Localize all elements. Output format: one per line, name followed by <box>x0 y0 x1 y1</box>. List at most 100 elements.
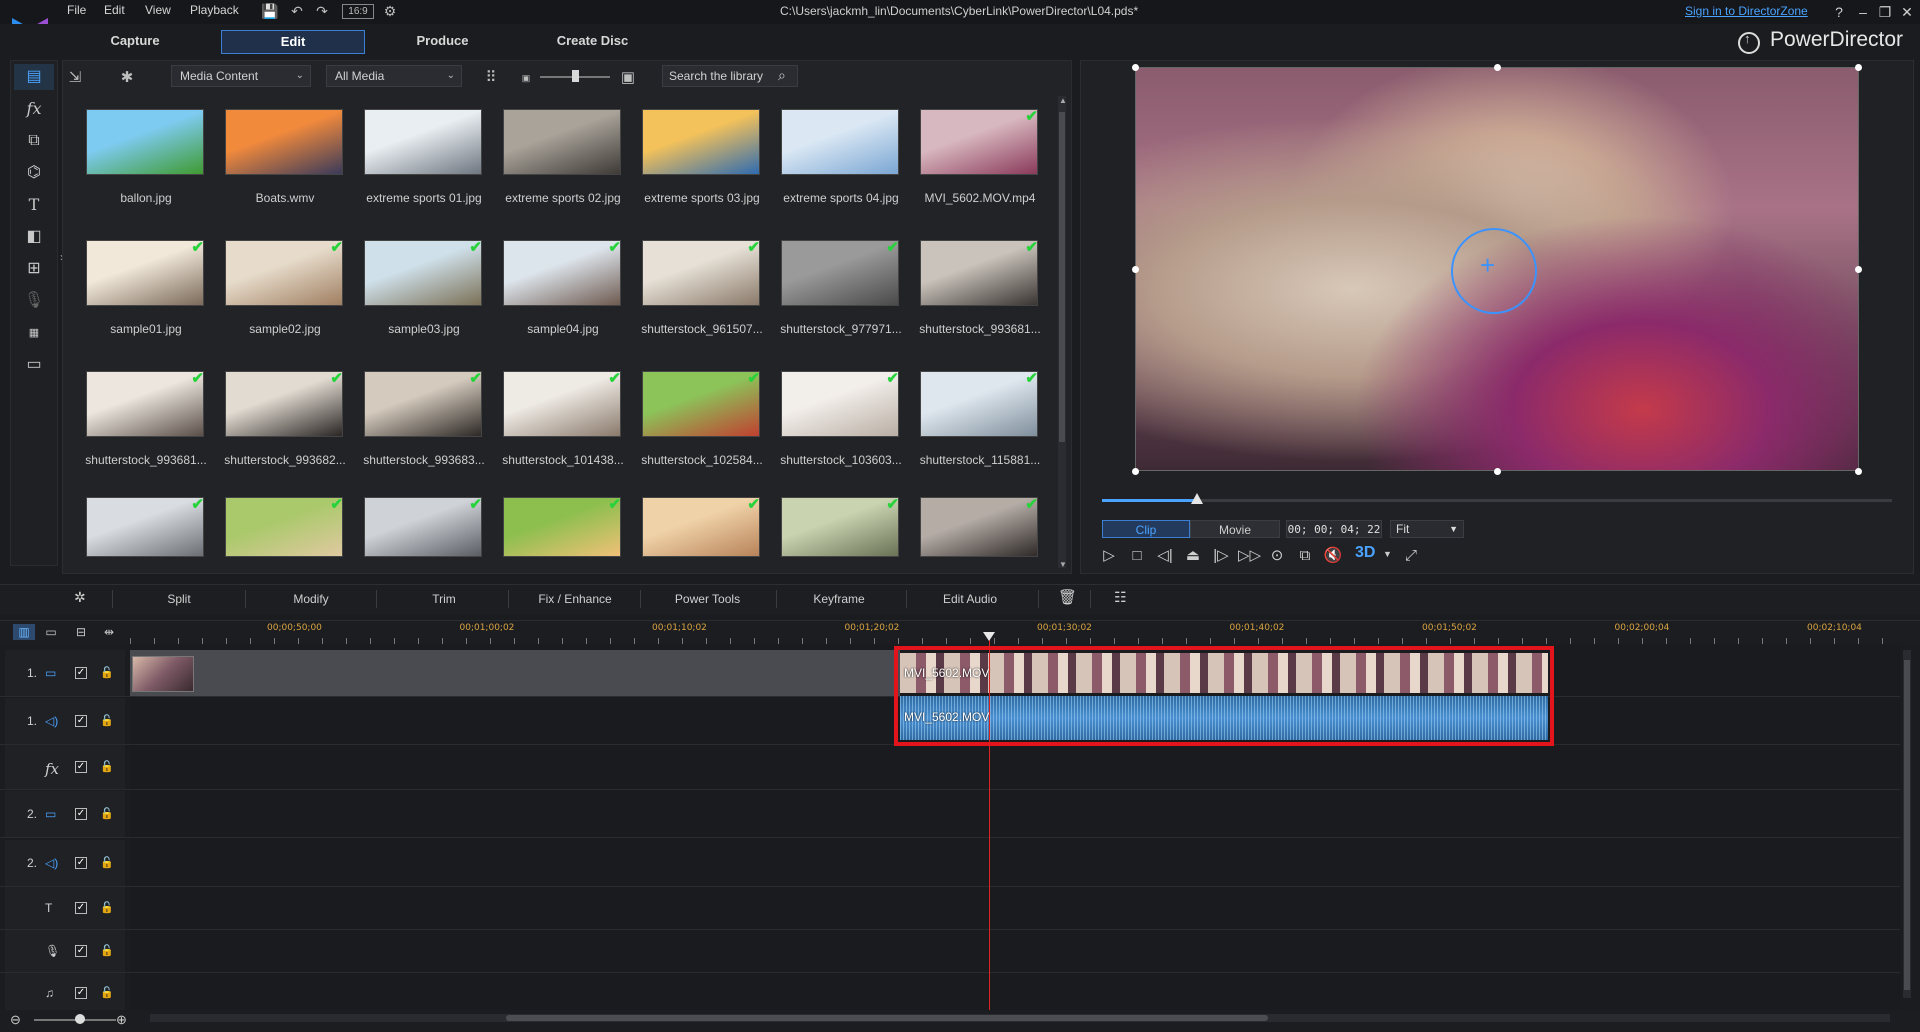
track-manager-icon[interactable]: ⊟ <box>70 624 92 640</box>
timecode-display[interactable]: 00; 00; 04; 22 <box>1286 520 1382 538</box>
resize-handle-r[interactable] <box>1855 266 1862 273</box>
undock-preview-icon[interactable]: ⤢ <box>1400 546 1422 566</box>
media-thumbnail[interactable]: ✔ MVI_5602.MOV.mp4 <box>920 108 1040 205</box>
magic-tools-icon[interactable]: ✲ <box>74 589 86 606</box>
track-enable-checkbox[interactable]: ✓ <box>75 667 87 679</box>
track-enable-checkbox[interactable]: ✓ <box>75 808 87 820</box>
resize-handle-br[interactable] <box>1855 468 1862 475</box>
media-thumbnail[interactable]: ✔ shutterstock_993681... <box>85 370 206 467</box>
track-enable-checkbox[interactable]: ✓ <box>75 902 87 914</box>
track-header[interactable]: 1. ◁) ✓ 🔓 <box>5 698 125 744</box>
media-thumbnail[interactable]: ✔ <box>781 496 901 592</box>
trim-button[interactable]: Trim <box>412 592 476 606</box>
timeline-clip-sample[interactable] <box>130 650 900 696</box>
import-media-icon[interactable]: ⇲ <box>64 68 86 88</box>
timeline-ruler-ticks[interactable] <box>130 638 1900 644</box>
audio-mixing-room-icon[interactable]: ⊞ <box>14 256 54 282</box>
split-button[interactable]: Split <box>146 592 212 606</box>
large-thumbnail-icon[interactable]: ▣ <box>617 68 639 88</box>
tab-edit[interactable]: Edit <box>221 30 365 54</box>
zoom-fit-dropdown[interactable]: Fit ▼ <box>1390 520 1464 538</box>
track-enable-checkbox[interactable]: ✓ <box>75 945 87 957</box>
undo-icon[interactable]: ↶ <box>288 2 306 20</box>
media-thumbnail[interactable]: ✔ <box>503 496 623 592</box>
next-frame-icon[interactable]: |▷ <box>1210 546 1232 566</box>
menu-file[interactable]: File <box>67 3 86 17</box>
delete-trash-icon[interactable]: 🗑 <box>1058 588 1077 606</box>
tab-capture[interactable]: Capture <box>75 30 195 52</box>
sign-in-link[interactable]: Sign in to DirectorZone <box>1685 4 1808 18</box>
media-thumbnail[interactable]: ✔ shutterstock_103603... <box>780 370 901 467</box>
track-lock-icon[interactable]: 🔓 <box>100 760 114 773</box>
3d-mode-button[interactable]: 3D <box>1355 544 1375 562</box>
fix-enhance-button[interactable]: Fix / Enhance <box>530 592 620 606</box>
media-thumbnail[interactable]: extreme sports 03.jpg <box>642 109 762 205</box>
aspect-ratio-button[interactable]: 16:9 <box>342 4 374 19</box>
redo-icon[interactable]: ↷ <box>313 2 331 20</box>
restore-button[interactable]: ❐ <box>1874 2 1896 22</box>
tab-produce[interactable]: Produce <box>380 30 505 52</box>
clip-mode-button[interactable]: Clip <box>1102 520 1190 538</box>
timeline-playhead[interactable] <box>989 634 990 1014</box>
thumbnail-size-slider-thumb[interactable] <box>572 70 579 82</box>
storyboard-view-icon[interactable]: ▭ <box>40 624 62 640</box>
media-thumbnail[interactable]: ✔ shutterstock_977971... <box>780 239 901 336</box>
preview-quality-icon[interactable]: ⧉ <box>1294 546 1316 566</box>
resize-handle-tr[interactable] <box>1855 64 1862 71</box>
track-enable-checkbox[interactable]: ✓ <box>75 857 87 869</box>
timeline-zoom-slider-thumb[interactable] <box>75 1014 85 1024</box>
track-enable-checkbox[interactable]: ✓ <box>75 987 87 999</box>
snapshot-camera-icon[interactable]: ⊙ <box>1266 546 1288 566</box>
track-header[interactable]: fx ✓ 🔓 <box>5 745 125 789</box>
pip-room-icon[interactable]: ⧉ <box>14 128 54 154</box>
volume-mute-icon[interactable]: 🔇 <box>1322 546 1344 566</box>
media-thumbnail[interactable]: extreme sports 04.jpg <box>781 109 901 205</box>
track-header[interactable]: 2. ▭ ✓ 🔓 <box>5 791 125 837</box>
scroll-up-icon[interactable]: ▲ <box>1059 96 1067 105</box>
media-thumbnail[interactable]: ✔ shutterstock_993681... <box>919 239 1040 336</box>
menu-view[interactable]: View <box>145 3 171 17</box>
resize-handle-tl[interactable] <box>1132 64 1139 71</box>
timeline-vertical-scrollbar-thumb[interactable] <box>1904 660 1910 990</box>
media-thumbnail[interactable]: ✔ <box>920 496 1040 592</box>
library-scrollbar-thumb[interactable] <box>1059 112 1065 442</box>
project-notes-icon[interactable]: ☷ <box>1114 589 1127 606</box>
media-thumbnail[interactable]: extreme sports 01.jpg <box>364 109 484 205</box>
media-content-dropdown[interactable]: Media Content ⌄ <box>171 65 311 87</box>
split-marker-icon[interactable]: ⏏ <box>1182 546 1204 566</box>
track-header[interactable]: 1. ▭ ✓ 🔓 <box>5 650 125 696</box>
media-thumbnail[interactable]: ✔ <box>86 496 206 592</box>
track-lock-icon[interactable]: 🔓 <box>100 714 114 727</box>
media-thumbnail[interactable]: ✔ <box>364 496 484 592</box>
media-room-icon[interactable]: ▤ <box>14 64 54 90</box>
small-thumbnail-icon[interactable]: ▣ <box>515 68 537 88</box>
particle-room-icon[interactable]: ⌬ <box>14 160 54 186</box>
edit-audio-button[interactable]: Edit Audio <box>930 592 1010 606</box>
resize-handle-l[interactable] <box>1132 266 1139 273</box>
media-thumbnail[interactable]: ✔ shutterstock_102584... <box>641 370 762 467</box>
media-thumbnail[interactable]: ✔ shutterstock_115881... <box>920 370 1041 467</box>
media-thumbnail[interactable]: ✔ shutterstock_101438... <box>502 370 623 467</box>
media-thumbnail[interactable]: ✔ sample01.jpg <box>86 239 206 336</box>
track-lock-icon[interactable]: 🔓 <box>100 856 114 869</box>
chapter-room-icon[interactable]: ▦ <box>14 320 54 346</box>
minimize-button[interactable]: – <box>1852 2 1874 22</box>
scroll-down-icon[interactable]: ▼ <box>1059 560 1067 569</box>
menu-playback[interactable]: Playback <box>190 3 239 17</box>
effect-room-icon[interactable]: fx <box>14 96 54 122</box>
grid-view-icon[interactable]: ⠿ <box>480 68 502 88</box>
media-thumbnail[interactable]: ✔ sample04.jpg <box>503 239 623 336</box>
previous-frame-icon[interactable]: ◁| <box>1154 546 1176 566</box>
media-thumbnail[interactable]: ✔ shutterstock_993682... <box>224 370 345 467</box>
media-thumbnail[interactable]: extreme sports 02.jpg <box>503 109 623 205</box>
track-header[interactable]: ♫ ✓ 🔓 <box>5 973 125 1013</box>
power-tools-button[interactable]: Power Tools <box>660 592 755 606</box>
media-thumbnail[interactable]: ✔ sample02.jpg <box>225 239 345 336</box>
modify-button[interactable]: Modify <box>276 592 346 606</box>
media-thumbnail[interactable]: ✔ shutterstock_961507... <box>641 239 762 336</box>
media-thumbnail[interactable]: ✔ sample03.jpg <box>364 239 484 336</box>
resize-handle-b[interactable] <box>1494 468 1501 475</box>
voice-over-room-icon[interactable]: 🎙 <box>14 288 54 314</box>
track-enable-checkbox[interactable]: ✓ <box>75 761 87 773</box>
track-header[interactable]: T ✓ 🔓 <box>5 887 125 929</box>
